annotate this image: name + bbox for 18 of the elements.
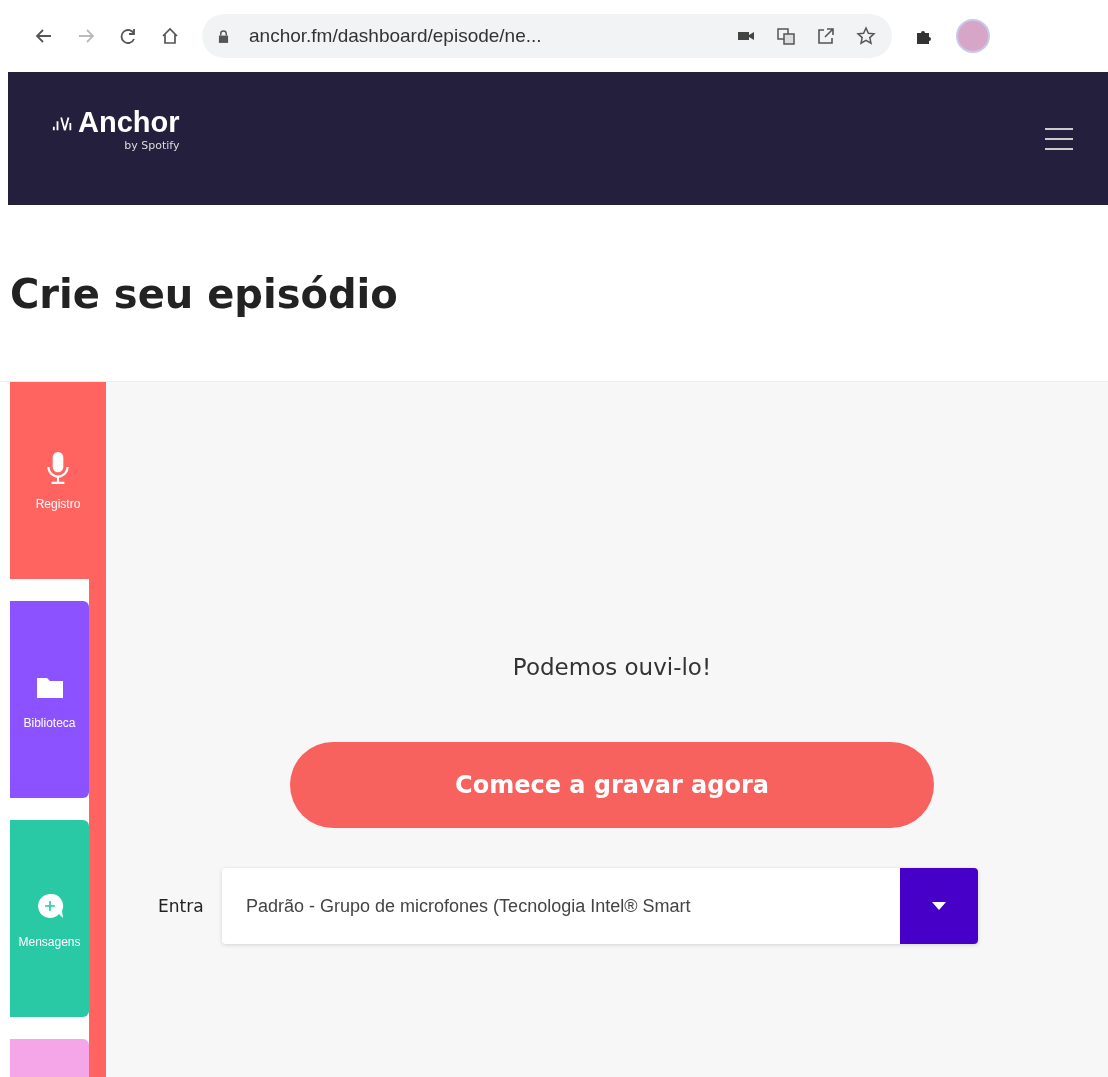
microphone-select[interactable]: Padrão - Grupo de microfones (Tecnologia Intel® Smart	[222, 868, 978, 944]
record-button[interactable]: Comece a gravar agora	[290, 742, 934, 828]
star-icon[interactable]	[856, 26, 876, 46]
caret-icon	[900, 868, 978, 944]
translate-icon[interactable]	[776, 26, 796, 46]
home-icon[interactable]	[160, 26, 180, 46]
brand-tagline: by Spotify	[124, 139, 180, 152]
sidebar-item[interactable]: Biblioteca	[10, 601, 89, 798]
lock-icon	[218, 29, 229, 43]
microphone-icon	[44, 450, 72, 485]
address-bar[interactable]: anchor.fm/dashboard/episode/ne...	[202, 14, 892, 58]
input-label: Entra	[158, 896, 205, 916]
menu-icon[interactable]	[1044, 126, 1074, 151]
brand-name: Anchor	[78, 105, 180, 139]
url-text: anchor.fm/dashboard/episode/ne...	[249, 25, 543, 47]
status-message: Podemos ouvi-lo!	[512, 654, 712, 680]
share-icon[interactable]	[816, 26, 836, 46]
reload-icon[interactable]	[118, 26, 138, 46]
